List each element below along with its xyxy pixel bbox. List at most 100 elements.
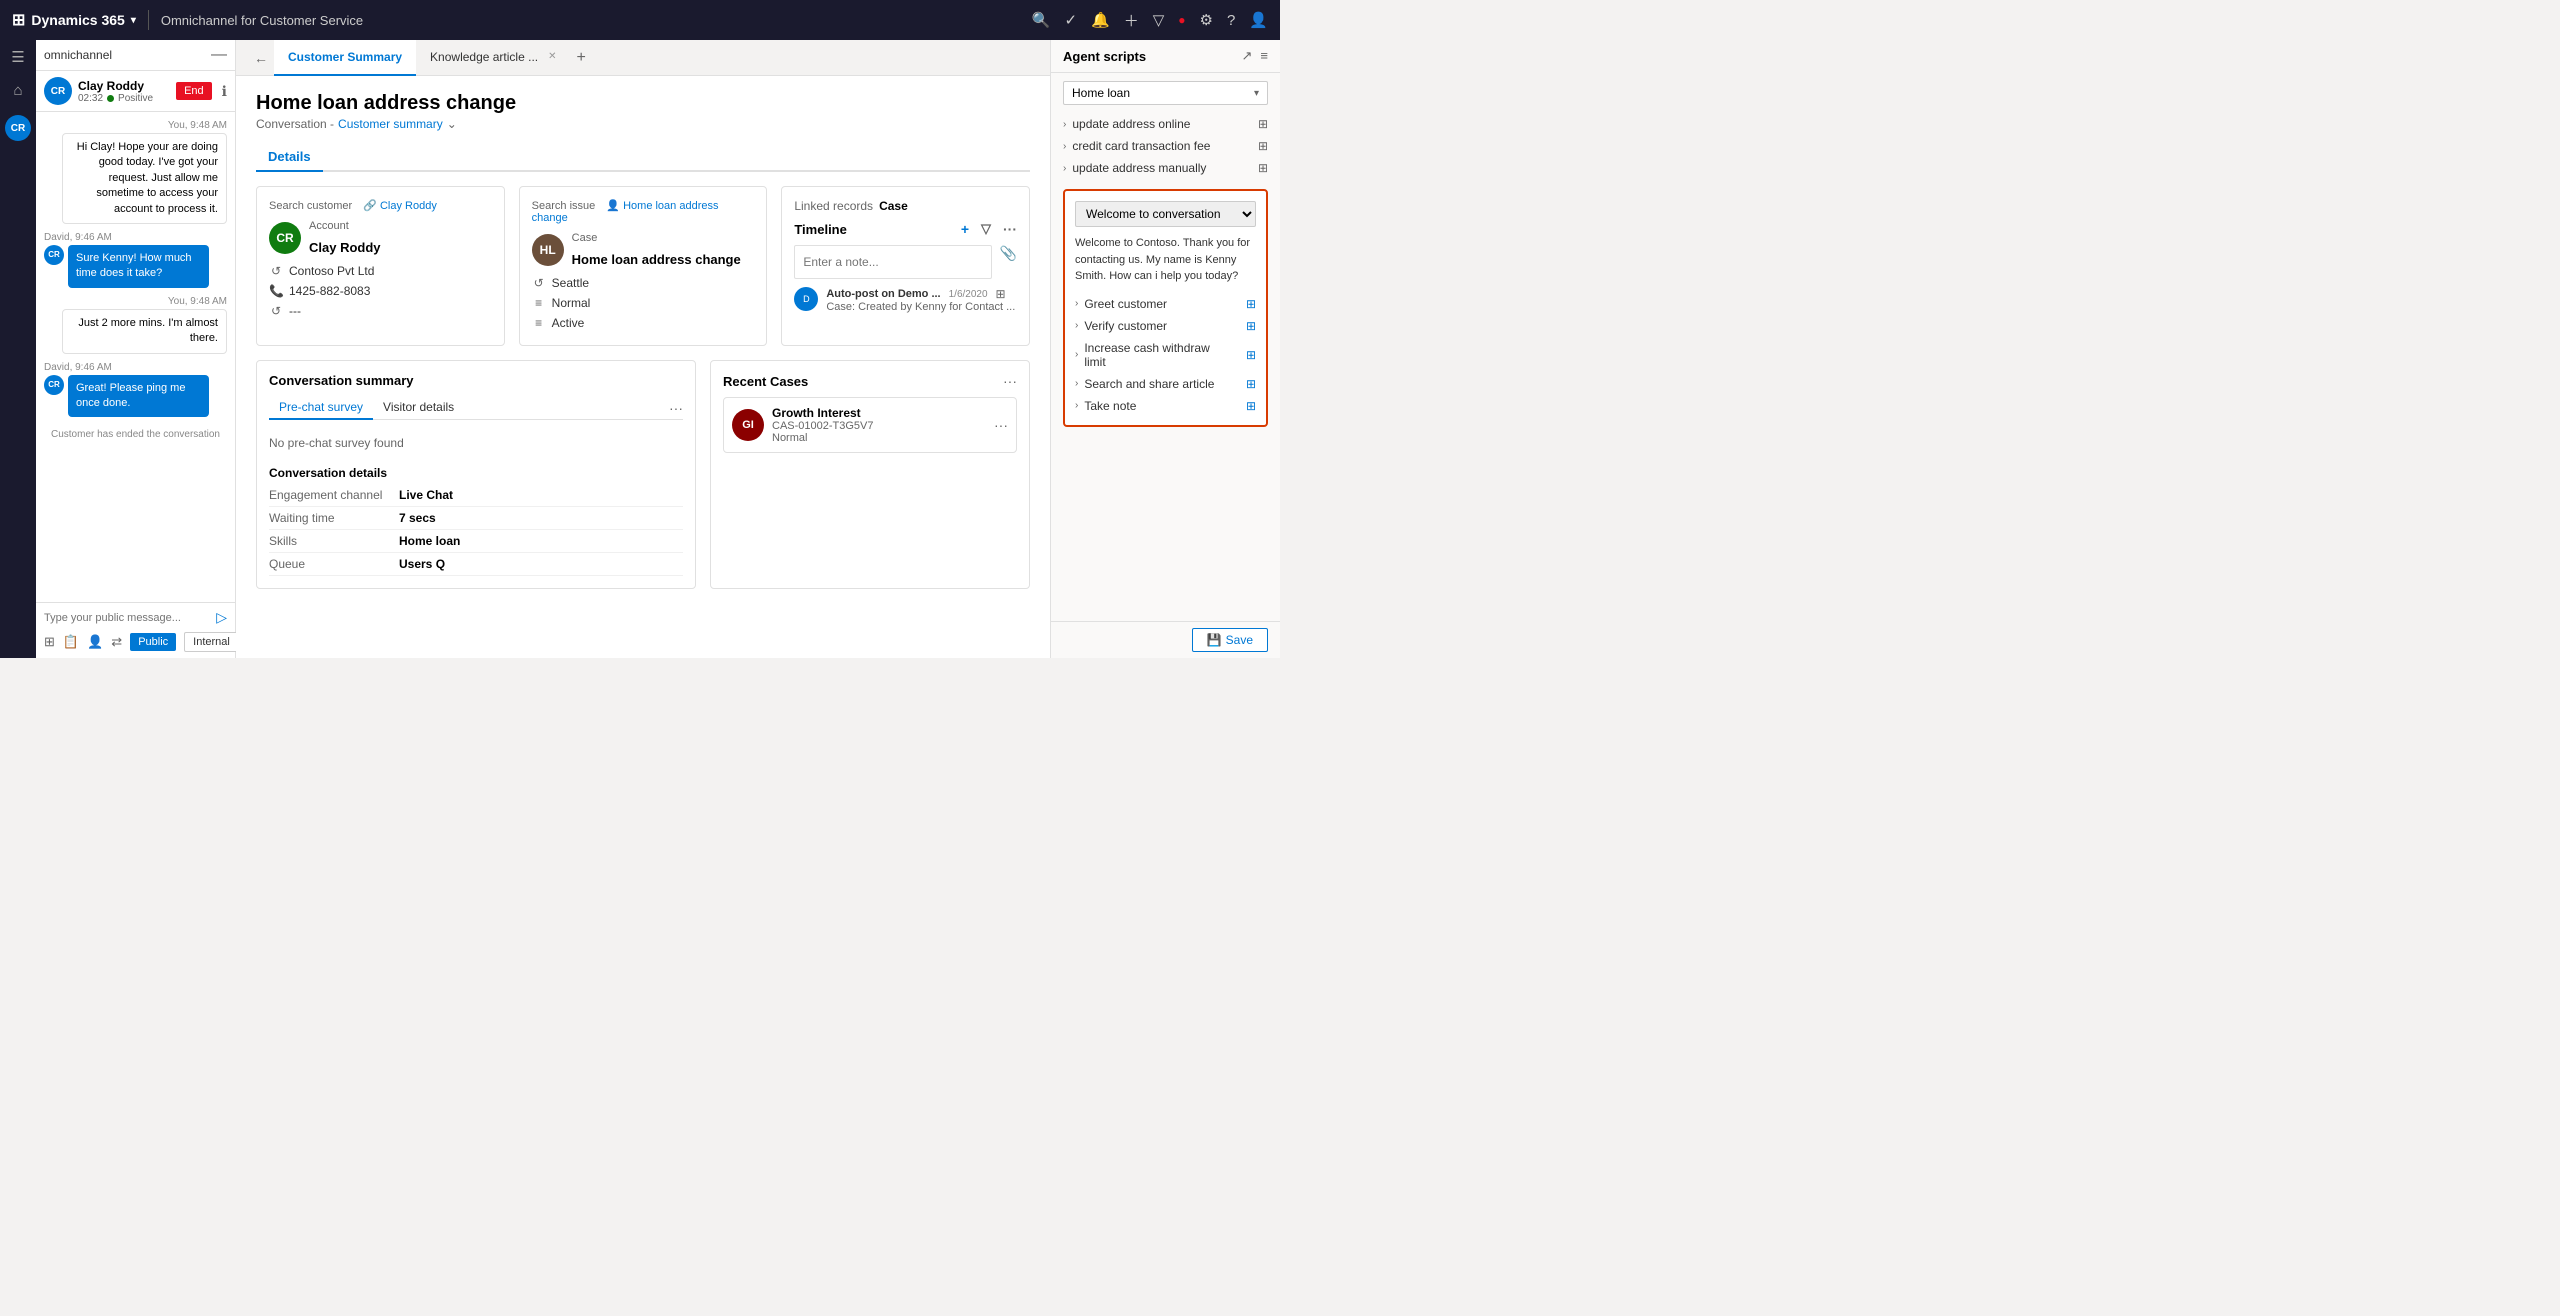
hamburger-icon[interactable]: ☰ [11,48,24,66]
user-icon[interactable]: 👤 [1249,11,1268,29]
post-expand-icon[interactable]: ⊞ [996,287,1006,301]
post-date: 1/6/2020 [949,289,988,300]
sidebar-left: ☰ ⌂ CR [0,40,36,658]
conv-tabs: Pre-chat survey Visitor details ··· [269,396,683,420]
linked-label: Linked records [794,199,873,213]
msg-row-4: CR Great! Please ping me once done. [44,375,209,418]
step-icon-2[interactable]: ⊞ [1246,348,1256,362]
check-icon[interactable]: ✓ [1064,11,1077,29]
step-icon-0[interactable]: ⊞ [1246,297,1256,311]
link-action-0[interactable]: ⊞ [1258,117,1268,131]
search-customer-label: Search customer 🔗 Clay Roddy [269,199,492,212]
expand-icon[interactable]: ↗ [1242,48,1253,64]
search-icon[interactable]: 🔍 [1032,11,1051,29]
end-chat-button[interactable]: End [176,82,212,100]
visitor-details-tab[interactable]: Visitor details [373,396,464,420]
post-detail: Case: Created by Kenny for Contact ... [826,301,1015,313]
script-dropdown-label: Home loan [1072,86,1248,100]
conv-detail-key-2: Skills [269,534,399,548]
script-step-2[interactable]: › Increase cash withdraw limit ⊞ [1075,339,1256,371]
step-icon-3[interactable]: ⊞ [1246,377,1256,391]
page-title: Home loan address change [256,92,1030,115]
link-arrow-0: › [1063,119,1066,130]
customer-link[interactable]: 🔗 Clay Roddy [363,200,437,212]
tab-knowledge-label: Knowledge article ... [430,50,538,64]
post-title: Auto-post on Demo ... [826,288,940,300]
link-action-1[interactable]: ⊞ [1258,139,1268,153]
recent-case-item[interactable]: GI Growth Interest CAS-01002-T3G5V7 Norm… [723,397,1017,453]
step-icon-1[interactable]: ⊞ [1246,319,1256,333]
list-icon[interactable]: ≡ [1260,48,1268,64]
msg-time-2: David, 9:46 AM [44,232,209,243]
chat-tool-1[interactable]: ⊞ [44,634,55,650]
info-icon[interactable]: ℹ [222,83,227,100]
chat-input-field[interactable] [44,612,212,624]
save-button[interactable]: 💾 Save [1192,628,1268,652]
settings-icon[interactable]: ⚙ [1200,11,1213,29]
tab-close-icon[interactable]: ✕ [548,51,556,62]
script-link-1[interactable]: › credit card transaction fee ⊞ [1063,137,1268,155]
send-icon[interactable]: ▷ [216,609,227,626]
link-arrow-1: › [1063,141,1066,152]
recent-case-info: Growth Interest CAS-01002-T3G5V7 Normal [772,406,986,444]
link-action-2[interactable]: ⊞ [1258,161,1268,175]
timeline-add-icon[interactable]: + [961,221,969,237]
top-cards-row: Search customer 🔗 Clay Roddy CR Account … [256,186,1030,346]
help-icon[interactable]: ? [1227,12,1235,29]
script-link-2[interactable]: › update address manually ⊞ [1063,159,1268,177]
tab-customer-summary[interactable]: Customer Summary [274,40,416,76]
filter-icon[interactable]: ▽ [1153,11,1165,29]
script-step-4[interactable]: › Take note ⊞ [1075,397,1256,415]
plus-icon[interactable]: ＋ [1124,10,1139,31]
chat-tool-2[interactable]: 📋 [63,634,79,650]
details-tab[interactable]: Details [256,143,323,172]
customer-details: Account Clay Roddy [309,220,381,255]
waffle-icon[interactable]: ⊞ [12,10,25,30]
linked-header: Linked records Case [794,199,1017,213]
script-select[interactable]: Welcome to conversation [1075,201,1256,227]
timeline-filter-icon[interactable]: ▽ [981,221,991,237]
timeline-more-icon[interactable]: ··· [1003,221,1017,237]
nav-divider [148,10,149,30]
subtitle-link[interactable]: Customer summary [338,117,443,131]
step-icon-4[interactable]: ⊞ [1246,399,1256,413]
script-step-3[interactable]: › Search and share article ⊞ [1075,375,1256,393]
attachment-icon[interactable]: 📎 [1000,245,1017,262]
tab-knowledge-article[interactable]: Knowledge article ... ✕ [416,40,570,76]
script-link-label-0: update address online [1072,117,1190,131]
script-steps: › Greet customer ⊞ › Verify customer ⊞ ›… [1075,295,1256,415]
script-step-1[interactable]: › Verify customer ⊞ [1075,317,1256,335]
script-link-0[interactable]: › update address online ⊞ [1063,115,1268,133]
link-arrow-2: › [1063,163,1066,174]
app-logo[interactable]: ⊞ Dynamics 365 ▾ [12,10,136,30]
conv-detail-val-3: Users Q [399,557,445,571]
chat-tool-3[interactable]: 👤 [87,634,103,650]
chat-tool-4[interactable]: ⇄ [111,634,122,650]
script-dropdown[interactable]: Home loan ▾ [1063,81,1268,105]
customer-name: Clay Roddy [309,240,381,255]
recent-item-dots[interactable]: ··· [994,417,1008,433]
chat-avatar-sidebar[interactable]: CR [5,115,31,141]
public-mode-button[interactable]: Public [130,633,176,651]
dropdown-arrow[interactable]: ▾ [131,15,136,26]
home-icon[interactable]: ⌂ [13,82,22,99]
pre-chat-tab[interactable]: Pre-chat survey [269,396,373,420]
add-tab-icon[interactable]: + [571,49,592,67]
status-indicator [107,95,114,102]
internal-mode-button[interactable]: Internal [184,632,239,652]
bell-icon[interactable]: 🔔 [1091,11,1110,29]
nav-icons: 🔍 ✓ 🔔 ＋ ▽ ● ⚙ ? 👤 [1032,10,1268,31]
customer-card: Search customer 🔗 Clay Roddy CR Account … [256,186,505,346]
timeline-note-input[interactable] [794,245,991,279]
script-dropdown-arrow: ▾ [1254,88,1259,99]
back-button[interactable]: ← [248,50,274,66]
tabs-bar: ← Customer Summary Knowledge article ...… [236,40,1050,76]
minimize-chat-icon[interactable]: — [211,46,227,64]
conv-detail-2: Skills Home loan [269,530,683,553]
chat-panel: omnichannel — CR Clay Roddy 02:32 Positi… [36,40,236,658]
script-step-0[interactable]: › Greet customer ⊞ [1075,295,1256,313]
conv-tab-more[interactable]: ··· [669,400,683,416]
main-content: ← Customer Summary Knowledge article ...… [236,40,1050,658]
chat-toolbar: ⊞ 📋 👤 ⇄ Public Internal [44,626,227,652]
recent-card-dots[interactable]: ··· [1003,373,1017,389]
